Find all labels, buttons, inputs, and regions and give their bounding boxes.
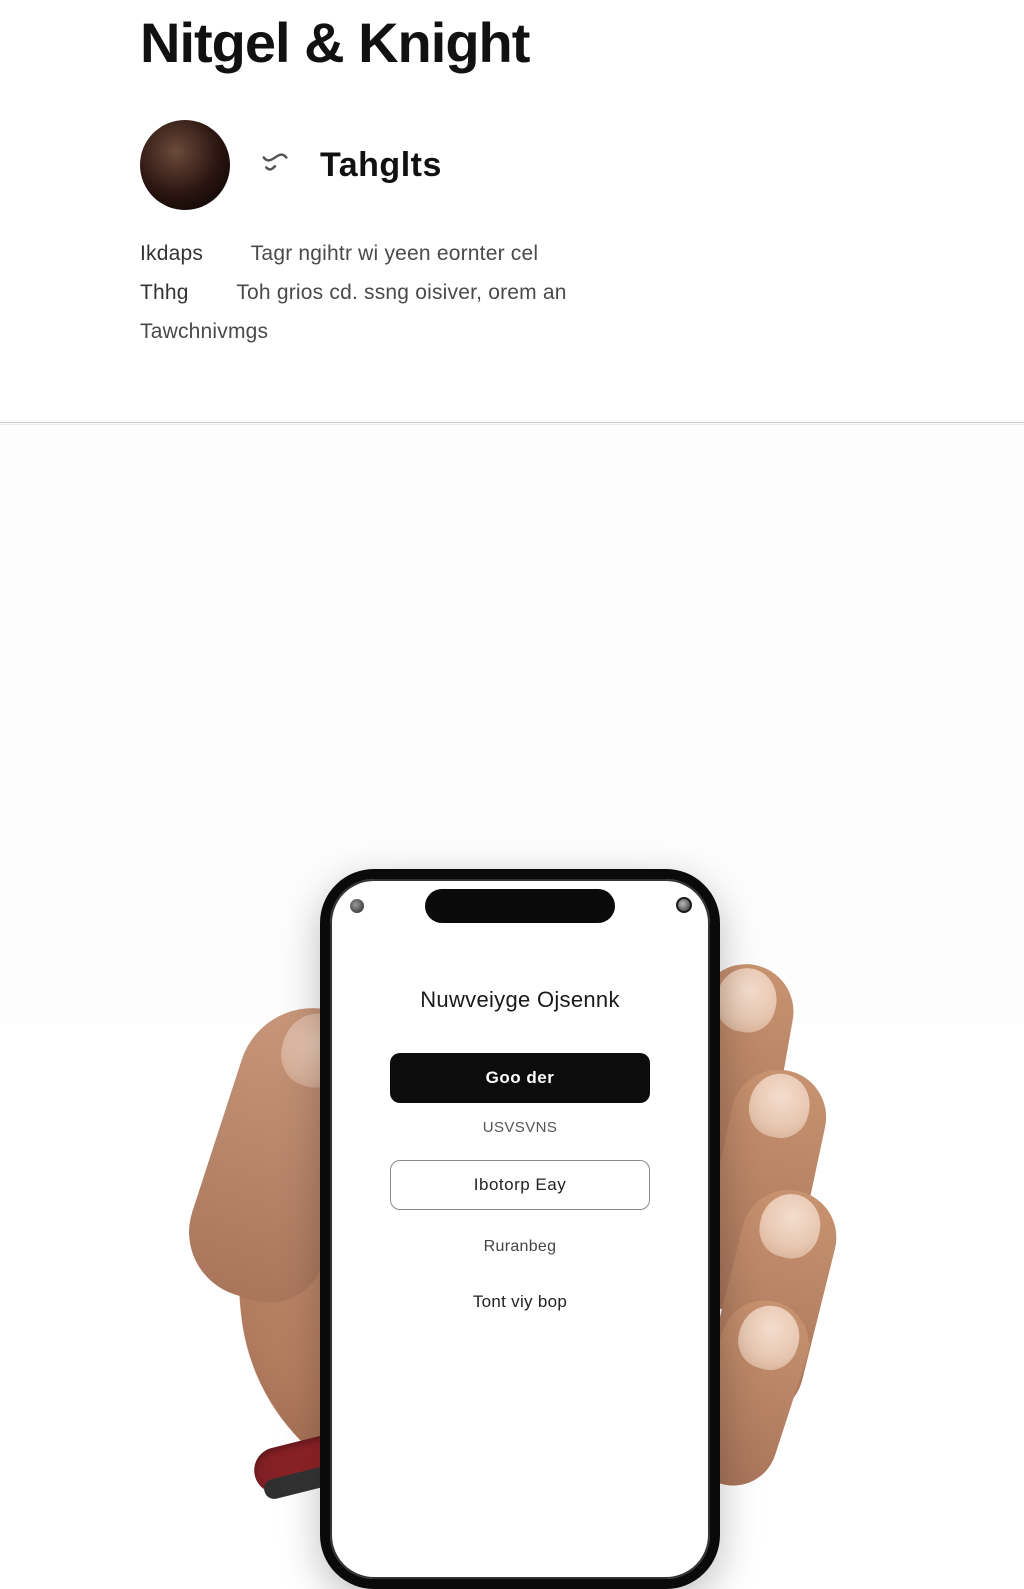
screen-title: Nuwveiyge Ojsennk (420, 987, 620, 1013)
outline-button[interactable]: Ibotorp Eay (390, 1160, 650, 1210)
body-line2-lead: Thhg (140, 274, 189, 313)
hero-panel: Nuwveiyge Ojsennk Goo der usvsvns Ibotor… (0, 422, 1024, 1024)
tag-icon (258, 148, 292, 182)
body-line2-rest: Toh grios cd. ssng oisiver, orem an (236, 281, 566, 304)
sensor-dot-icon (676, 897, 692, 913)
secondary-link[interactable]: usvsvns (483, 1119, 558, 1136)
body-line3: Tawchnivmgs (140, 320, 268, 343)
avatar[interactable] (140, 120, 230, 210)
phone-mockup: Nuwveiyge Ojsennk Goo der usvsvns Ibotor… (320, 869, 720, 1589)
body-line1-lead: Ikdaps (140, 235, 203, 274)
phone-screen: Nuwveiyge Ojsennk Goo der usvsvns Ibotor… (344, 935, 696, 1563)
footer-link[interactable]: Tont viy bop (473, 1292, 567, 1312)
camera-dot-icon (350, 899, 364, 913)
profile-name[interactable]: Tahglts (320, 146, 442, 185)
profile-row: Tahglts (140, 120, 442, 210)
primary-button[interactable]: Goo der (390, 1053, 650, 1103)
article-body: Ikdaps Tagr ngihtr wi yeen eornter cel T… (140, 235, 884, 352)
phone-notch (425, 889, 615, 923)
option-text[interactable]: Ruranbeg (484, 1238, 557, 1256)
article-title: Nitgel & Knight (140, 10, 884, 75)
body-line1-rest: Tagr ngihtr wi yeen eornter cel (251, 242, 539, 265)
